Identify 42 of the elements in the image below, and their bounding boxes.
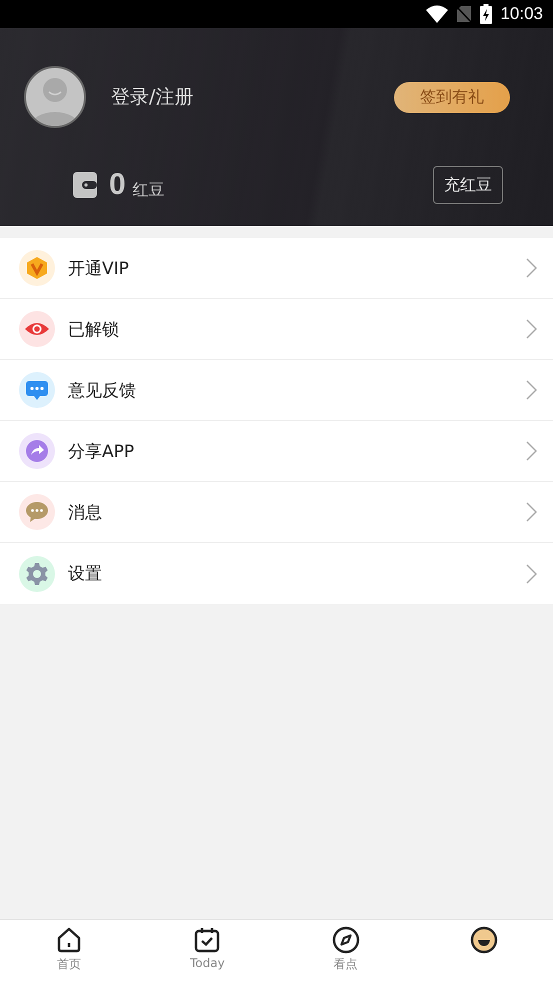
menu-label: 消息 [68, 502, 103, 524]
menu-label: 设置 [68, 563, 103, 585]
menu-label: 开通VIP [68, 258, 130, 280]
settings-icon [25, 562, 49, 586]
bean-unit: 红豆 [132, 180, 166, 200]
menu-label: 意见反馈 [68, 380, 137, 402]
nav-tab[interactable]: Today [138, 920, 276, 983]
chat-icon [25, 379, 49, 401]
menu-item[interactable]: 消息 [0, 482, 553, 543]
calendar-icon [193, 926, 222, 954]
chevron-icon [526, 258, 537, 278]
eye-icon [24, 320, 50, 338]
chevron-icon [526, 319, 537, 339]
recharge-button[interactable]: 充红豆 [433, 166, 503, 204]
tab-label: Today [190, 956, 225, 970]
chevron-icon [526, 502, 537, 522]
chevron-icon [526, 380, 537, 400]
menu-item[interactable]: 开通VIP [0, 238, 553, 299]
status-time: 10:03 [500, 4, 543, 24]
menu-item[interactable]: 已解锁 [0, 299, 553, 360]
bean-balance: 0 [109, 168, 126, 202]
smiley-icon [470, 926, 498, 954]
wallet-icon [73, 172, 97, 198]
wifi-icon [426, 5, 448, 23]
chevron-icon [526, 441, 537, 461]
speech-bubble-icon [25, 501, 49, 523]
vip-icon [25, 256, 49, 280]
menu-label: 已解锁 [68, 318, 120, 340]
nav-tab[interactable]: 看点 [276, 920, 415, 983]
no-sim-icon [456, 5, 472, 23]
battery-charging-icon [480, 4, 492, 24]
tab-label: 看点 [334, 956, 358, 973]
login-link[interactable]: 登录/注册 [111, 84, 394, 110]
tab-label: 首页 [57, 956, 82, 973]
menu-item[interactable]: 意见反馈 [0, 360, 553, 421]
menu-label: 分享APP [68, 440, 136, 462]
chevron-icon [526, 564, 537, 584]
compass-icon [332, 926, 360, 954]
share-icon [25, 439, 49, 463]
menu-item[interactable]: 分享APP [0, 421, 553, 482]
nav-tab[interactable]: 首页 [0, 920, 138, 983]
menu-item[interactable]: 设置 [0, 543, 553, 604]
